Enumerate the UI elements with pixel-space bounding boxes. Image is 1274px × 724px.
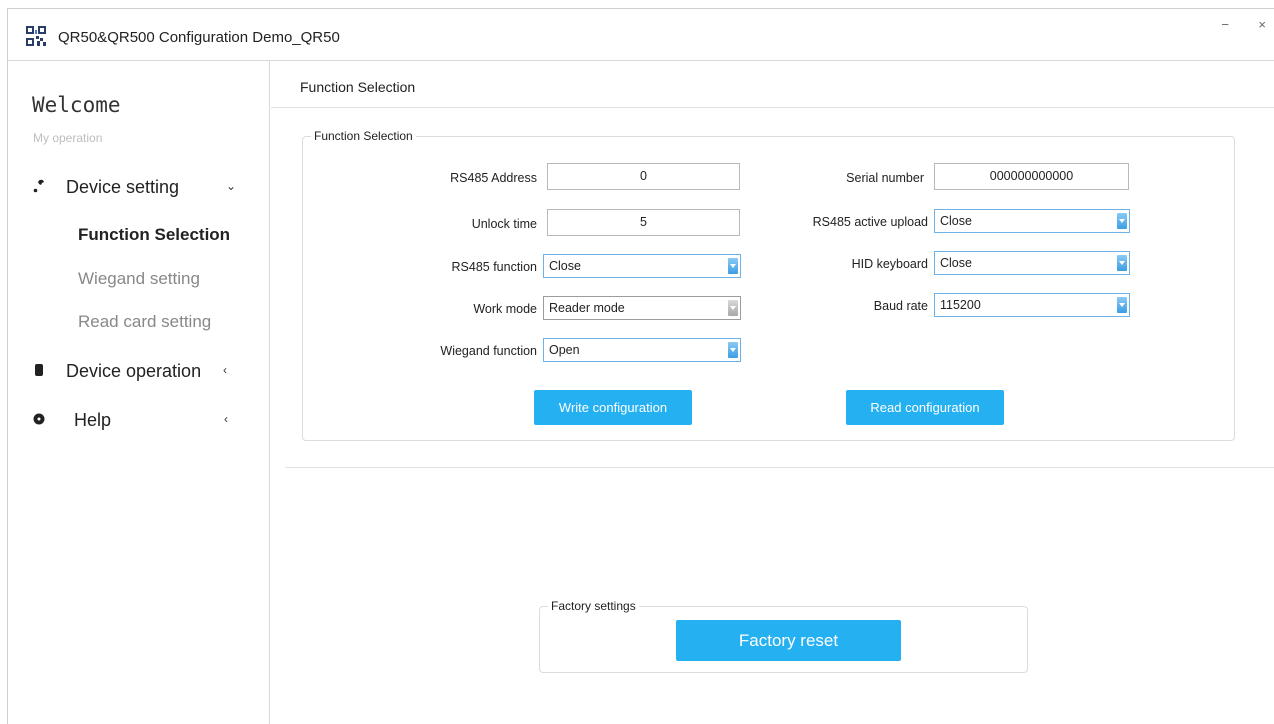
sidebar: Welcome My operation Device setting ⌄ Fu… (8, 61, 270, 724)
group-title: Function Selection (311, 129, 416, 143)
unlock-time-label: Unlock time (471, 217, 537, 231)
wiegand-function-value: Open (549, 343, 580, 357)
wiegand-function-select[interactable]: Open (543, 338, 741, 362)
chevron-down-icon: ⌄ (226, 179, 237, 193)
app-window: QR50&QR500 Configuration Demo_QR50 − × W… (7, 8, 1274, 724)
serial-number-input[interactable]: 000000000000 (934, 163, 1129, 190)
unlock-time-input[interactable]: 5 (547, 209, 740, 236)
dropdown-arrow-icon[interactable] (728, 342, 738, 358)
nav-function-selection[interactable]: Function Selection (78, 225, 230, 245)
dropdown-arrow-icon[interactable] (1117, 213, 1127, 229)
minimize-button[interactable]: − (1221, 17, 1229, 32)
baud-rate-value: 115200 (940, 298, 981, 312)
nav-device-operation[interactable]: Device operation ‹ (8, 351, 270, 391)
hid-keyboard-select[interactable]: Close (934, 251, 1130, 275)
main-header: Function Selection (271, 61, 1274, 108)
welcome-heading: Welcome (32, 93, 121, 117)
dropdown-arrow-icon[interactable] (728, 258, 738, 274)
baud-rate-select[interactable]: 115200 (934, 293, 1130, 317)
rs485-function-label: RS485 function (451, 260, 537, 274)
close-button[interactable]: × (1258, 17, 1266, 32)
divider (285, 467, 1274, 468)
device-icon (35, 364, 43, 376)
rs485-active-upload-value: Close (940, 214, 972, 228)
rs485-address-label: RS485 Address (450, 171, 537, 185)
dropdown-arrow-icon[interactable] (1117, 255, 1127, 271)
baud-rate-label: Baud rate (873, 299, 928, 313)
nav-help-label: Help (74, 410, 112, 430)
nav-device-operation-label: Device operation (66, 361, 202, 381)
rs485-address-input[interactable]: 0 (547, 163, 740, 190)
wiegand-function-label: Wiegand function (440, 344, 537, 358)
main-panel: Function Selection Function Selection RS… (271, 61, 1274, 724)
nav-read-card-setting[interactable]: Read card setting (78, 312, 211, 332)
nav-help[interactable]: Help ‹ (8, 400, 270, 440)
page-title: Function Selection (300, 79, 416, 95)
factory-reset-button[interactable]: Factory reset (676, 620, 901, 661)
write-configuration-button[interactable]: Write configuration (534, 390, 692, 425)
chevron-left-icon: ‹ (223, 363, 227, 377)
dropdown-arrow-icon[interactable] (728, 300, 738, 316)
work-mode-value: Reader mode (549, 301, 625, 315)
dropdown-arrow-icon[interactable] (1117, 297, 1127, 313)
work-mode-label: Work mode (473, 302, 537, 316)
window-title: QR50&QR500 Configuration Demo_QR50 (58, 29, 340, 46)
chevron-left-icon: ‹ (224, 412, 228, 426)
nav-device-setting[interactable]: Device setting ⌄ (8, 167, 270, 207)
factory-settings-title: Factory settings (548, 599, 639, 613)
function-selection-group: Function Selection RS485 Address 0 Unloc… (302, 129, 1235, 441)
help-icon (33, 413, 45, 425)
rs485-active-upload-label: RS485 active upload (812, 215, 928, 229)
work-mode-select[interactable]: Reader mode (543, 296, 741, 320)
hid-keyboard-value: Close (940, 256, 972, 270)
title-bar: QR50&QR500 Configuration Demo_QR50 − × (8, 9, 1274, 61)
nav-device-setting-label: Device setting (66, 177, 180, 197)
section-label: My operation (33, 131, 103, 145)
serial-number-label: Serial number (846, 171, 924, 185)
rs485-active-upload-select[interactable]: Close (934, 209, 1130, 233)
hid-keyboard-label: HID keyboard (851, 257, 928, 271)
rs485-function-value: Close (549, 259, 581, 273)
read-configuration-button[interactable]: Read configuration (846, 390, 1004, 425)
nav-wiegand-setting[interactable]: Wiegand setting (78, 269, 200, 289)
qr-code-icon (26, 26, 46, 46)
factory-settings-group: Factory settings Factory reset (539, 599, 1028, 673)
rs485-function-select[interactable]: Close (543, 254, 741, 278)
wrench-icon (33, 179, 44, 193)
